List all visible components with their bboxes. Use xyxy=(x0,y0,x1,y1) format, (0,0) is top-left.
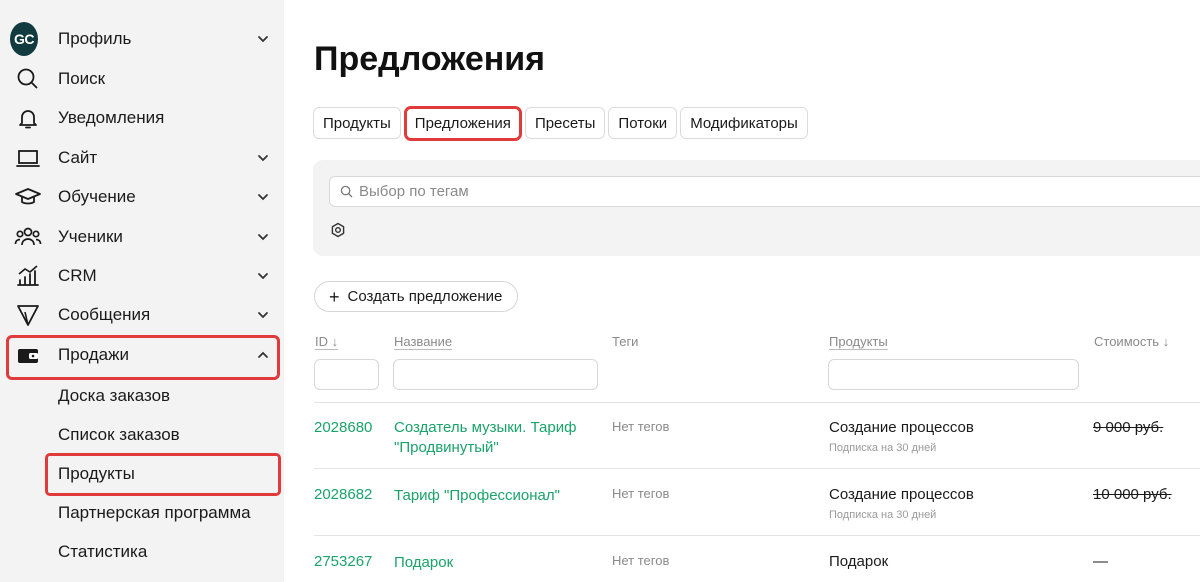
avatar-initials: GC xyxy=(10,22,38,56)
offer-tags: Нет тегов xyxy=(612,553,670,568)
settings-icon[interactable] xyxy=(330,222,346,238)
offer-product-subtitle: Подписка на 30 дней xyxy=(829,442,937,454)
sidebar-subitem-statistics[interactable]: Статистика xyxy=(0,536,284,568)
filter-products-input[interactable] xyxy=(828,359,1079,390)
chart-icon xyxy=(17,265,39,286)
send-icon xyxy=(17,305,39,326)
sidebar-item-messages[interactable]: Сообщения xyxy=(0,297,284,333)
tab-streams[interactable]: Потоки xyxy=(608,107,678,139)
row-divider xyxy=(314,468,1200,469)
row-divider xyxy=(314,535,1200,536)
bell-icon xyxy=(19,110,37,129)
tag-search-input[interactable] xyxy=(359,183,859,200)
offer-name-link[interactable]: Создатель музыки. Тариф "Продвинутый" xyxy=(394,418,594,458)
offer-product: Создание процессов xyxy=(829,486,974,503)
column-header-tags: Теги xyxy=(612,334,639,349)
offer-tags: Нет тегов xyxy=(612,486,670,501)
sidebar-item-crm[interactable]: CRM xyxy=(0,258,284,294)
sidebar-item-learning[interactable]: Обучение xyxy=(0,179,284,215)
sidebar-subitem-partner-program[interactable]: Партнерская программа xyxy=(0,497,284,529)
tag-search[interactable] xyxy=(329,176,1200,207)
sales-highlight xyxy=(6,335,280,380)
chevron-down-icon[interactable] xyxy=(256,32,270,46)
chevron-down-icon[interactable] xyxy=(256,151,270,165)
search-icon xyxy=(17,68,38,89)
create-offer-button[interactable]: + Создать предложение xyxy=(314,281,519,312)
offer-price: 9 000 руб. xyxy=(1093,419,1164,436)
chevron-down-icon[interactable] xyxy=(256,190,270,204)
sidebar-subitem-label: Доска заказов xyxy=(58,386,171,405)
offer-product: Создание процессов xyxy=(829,419,974,436)
plus-icon: + xyxy=(329,286,340,307)
sidebar-item-label: Сайт xyxy=(58,148,98,167)
create-offer-label: Создать предложение xyxy=(347,288,503,305)
sidebar-subitem-order-board[interactable]: Доска заказов xyxy=(0,380,284,412)
offer-id-link[interactable]: 2753267 xyxy=(314,553,372,570)
sidebar-item-label: Профиль xyxy=(58,29,132,48)
graduation-cap-icon xyxy=(15,188,41,205)
sidebar-subitem-label: Статистика xyxy=(58,542,148,561)
sidebar-item-label: Обучение xyxy=(58,187,136,206)
sidebar-item-site[interactable]: Сайт xyxy=(0,140,284,176)
sidebar-item-students[interactable]: Ученики xyxy=(0,219,284,255)
search-icon xyxy=(340,185,353,198)
tab-bar: Продукты Предложения Пресеты Потоки Моди… xyxy=(313,106,808,141)
tab-presets[interactable]: Пресеты xyxy=(524,107,606,139)
sidebar-subitem-label: Партнерская программа xyxy=(58,503,251,522)
filter-id-input[interactable] xyxy=(314,359,379,390)
sidebar-item-label: Уведомления xyxy=(58,108,165,127)
filter-panel xyxy=(313,160,1200,256)
offer-price: 10 000 руб. xyxy=(1093,486,1172,503)
sidebar-subitem-order-list[interactable]: Список заказов xyxy=(0,419,284,451)
page-title: Предложения xyxy=(314,40,546,78)
sidebar-item-label: Поиск xyxy=(58,69,106,88)
sidebar-item-label: CRM xyxy=(58,266,97,285)
offer-price: — xyxy=(1093,553,1108,570)
offer-id-link[interactable]: 2028680 xyxy=(314,419,372,436)
filter-name-input[interactable] xyxy=(393,359,598,390)
column-header-products[interactable]: Продукты xyxy=(829,334,888,349)
offer-name-link[interactable]: Тариф "Профессионал" xyxy=(394,486,594,506)
column-header-name[interactable]: Название xyxy=(394,334,452,349)
offer-tags: Нет тегов xyxy=(612,419,670,434)
sidebar-item-search[interactable]: Поиск xyxy=(0,61,284,97)
sidebar-item-label: Сообщения xyxy=(58,305,151,324)
chevron-down-icon[interactable] xyxy=(256,308,270,322)
offer-name-link[interactable]: Подарок xyxy=(394,553,594,573)
offer-product: Подарок xyxy=(829,553,889,570)
offer-product-subtitle: Подписка на 30 дней xyxy=(829,509,937,521)
avatar: GC xyxy=(10,22,38,56)
sidebar-item-notifications[interactable]: Уведомления xyxy=(0,100,284,136)
row-divider xyxy=(314,402,1200,403)
sidebar-subitem-label: Список заказов xyxy=(58,425,180,444)
sidebar-item-label: Ученики xyxy=(58,227,123,246)
chevron-down-icon[interactable] xyxy=(256,269,270,283)
laptop-icon xyxy=(16,150,40,167)
tab-offers[interactable]: Предложения xyxy=(403,106,522,141)
tab-products[interactable]: Продукты xyxy=(313,107,401,139)
column-header-id[interactable]: ID ↓ xyxy=(315,334,338,349)
users-icon xyxy=(14,227,42,246)
products-highlight xyxy=(45,453,281,496)
column-header-price[interactable]: Стоимость ↓ xyxy=(1094,334,1169,349)
tab-modifiers[interactable]: Модификаторы xyxy=(680,107,808,139)
offer-id-link[interactable]: 2028682 xyxy=(314,486,372,503)
sidebar-item-profile[interactable]: GC Профиль xyxy=(0,21,284,57)
sidebar: GC Профиль Поиск Уведомления Сайт Обучен… xyxy=(0,0,284,582)
chevron-down-icon[interactable] xyxy=(256,230,270,244)
